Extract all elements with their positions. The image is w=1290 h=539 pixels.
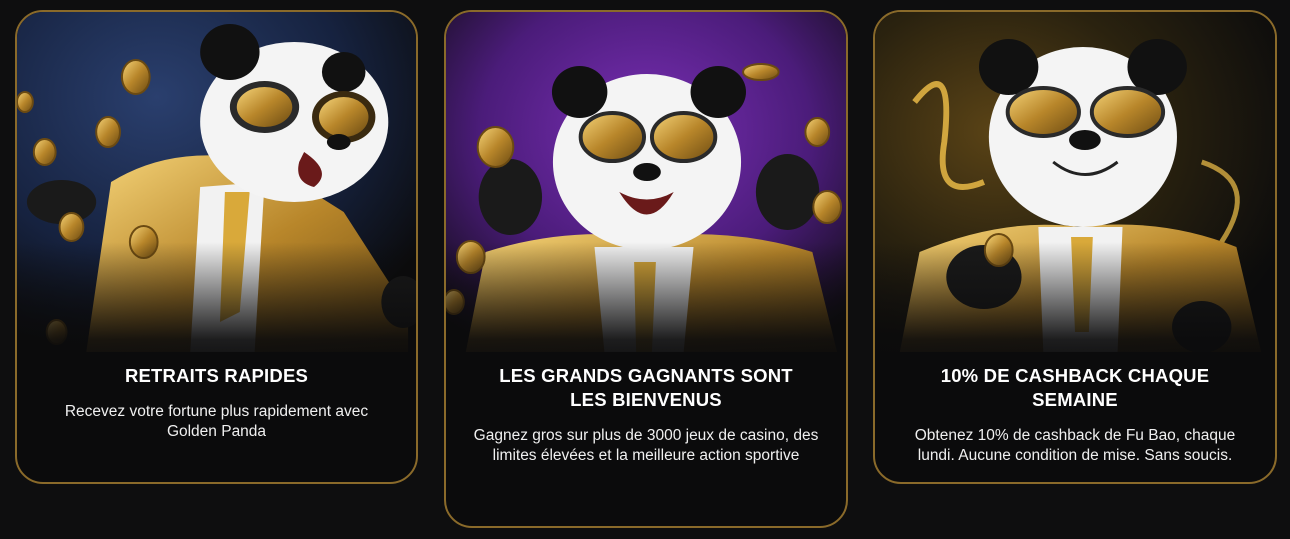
card-description: Gagnez gros sur plus de 3000 jeux de cas… [473,427,819,464]
feature-card-big-winners: LES GRANDS GAGNANTS SONT LES BIENVENUS G… [444,10,848,528]
card-title: RETRAITS RAPIDES [124,365,309,386]
card-description: Recevez votre fortune plus rapidement av… [64,403,369,440]
card-title: LES GRANDS GAGNANTS SONT LES BIENVENUS [499,365,793,410]
card-description: Obtenez 10% de cashback de Fu Bao, chaqu… [914,427,1236,464]
feature-card-fast-withdrawals: RETRAITS RAPIDES Recevez votre fortune p… [15,10,418,484]
feature-card-weekly-cashback: 10% DE CASHBACK CHAQUE SEMAINE Obtenez 1… [873,10,1277,484]
card-title: 10% DE CASHBACK CHAQUE SEMAINE [940,365,1210,410]
